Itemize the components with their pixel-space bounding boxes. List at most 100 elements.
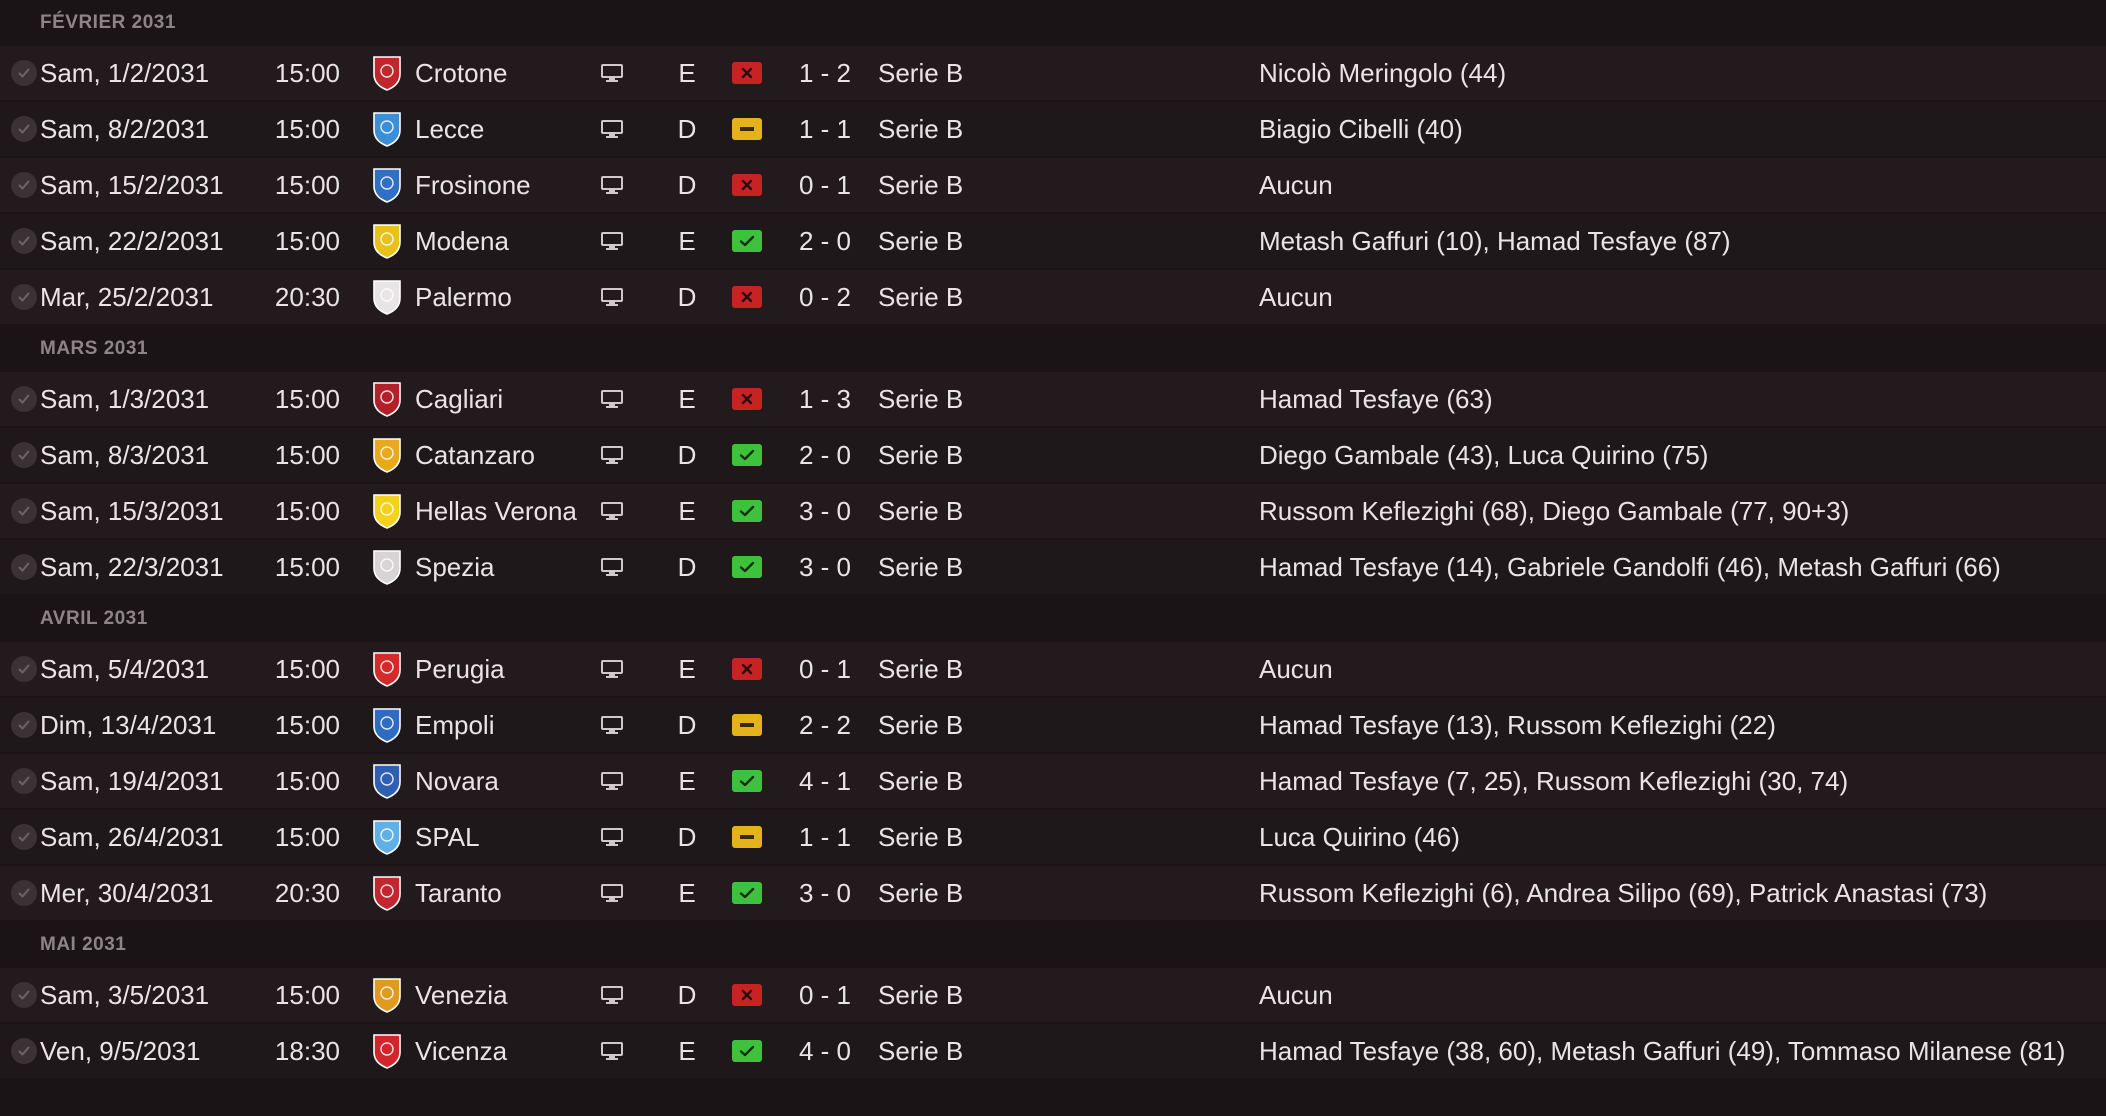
monitor-icon[interactable] [598,1024,626,1078]
fixture-row[interactable]: Sam, 26/4/2031 15:00 SPAL D 1 - 1 Serie … [0,810,2106,864]
opponent-name[interactable]: Catanzaro [415,428,595,482]
monitor-icon[interactable] [598,754,626,808]
fixture-row[interactable]: Sam, 1/3/2031 15:00 Cagliari E 1 - 3 Ser… [0,372,2106,426]
competition-name[interactable]: Serie B [878,968,1018,1022]
competition-name[interactable]: Serie B [878,754,1018,808]
fixture-row[interactable]: Ven, 9/5/2031 18:30 Vicenza E 4 - 0 Seri… [0,1024,2106,1078]
competition-name[interactable]: Serie B [878,1024,1018,1078]
fixture-row[interactable]: Sam, 22/3/2031 15:00 Spezia D 3 - 0 Seri… [0,540,2106,594]
fixture-row[interactable]: Sam, 8/2/2031 15:00 Lecce D 1 - 1 Serie … [0,102,2106,156]
competition-name[interactable]: Serie B [878,428,1018,482]
opponent-name[interactable]: Vicenza [415,1024,595,1078]
monitor-icon[interactable] [598,698,626,752]
fixture-row[interactable]: Sam, 8/3/2031 15:00 Catanzaro D 2 - 0 Se… [0,428,2106,482]
monitor-icon[interactable] [598,158,626,212]
club-badge-icon[interactable] [370,158,404,212]
club-badge-icon[interactable] [370,428,404,482]
fixture-row[interactable]: Mer, 30/4/2031 20:30 Taranto E 3 - 0 Ser… [0,866,2106,920]
monitor-icon[interactable] [598,484,626,538]
match-score[interactable]: 4 - 0 [790,1024,860,1078]
opponent-name[interactable]: Taranto [415,866,595,920]
match-score[interactable]: 1 - 3 [790,372,860,426]
match-score[interactable]: 0 - 1 [790,642,860,696]
monitor-icon[interactable] [598,810,626,864]
competition-name[interactable]: Serie B [878,540,1018,594]
club-badge-icon[interactable] [370,968,404,1022]
monitor-icon[interactable] [598,968,626,1022]
opponent-name[interactable]: Spezia [415,540,595,594]
club-badge-icon[interactable] [370,46,404,100]
opponent-name[interactable]: Hellas Verona [415,484,595,538]
monitor-icon[interactable] [598,540,626,594]
club-badge-icon[interactable] [370,270,404,324]
match-score[interactable]: 1 - 2 [790,46,860,100]
fixture-row[interactable]: Sam, 15/2/2031 15:00 Frosinone D 0 - 1 S… [0,158,2106,212]
fixture-row[interactable]: Sam, 5/4/2031 15:00 Perugia E 0 - 1 Seri… [0,642,2106,696]
opponent-name[interactable]: Crotone [415,46,595,100]
opponent-name[interactable]: Venezia [415,968,595,1022]
match-score[interactable]: 0 - 1 [790,158,860,212]
fixture-row[interactable]: Sam, 22/2/2031 15:00 Modena E 2 - 0 Seri… [0,214,2106,268]
opponent-name[interactable]: Perugia [415,642,595,696]
match-score[interactable]: 3 - 0 [790,866,860,920]
competition-name[interactable]: Serie B [878,866,1018,920]
club-badge-icon[interactable] [370,754,404,808]
monitor-icon[interactable] [598,428,626,482]
fixture-row[interactable]: Sam, 19/4/2031 15:00 Novara E 4 - 1 Seri… [0,754,2106,808]
fixture-row[interactable]: Sam, 1/2/2031 15:00 Crotone E 1 - 2 Seri… [0,46,2106,100]
monitor-icon[interactable] [598,214,626,268]
competition-name[interactable]: Serie B [878,372,1018,426]
competition-name[interactable]: Serie B [878,270,1018,324]
opponent-name[interactable]: Frosinone [415,158,595,212]
match-score[interactable]: 0 - 2 [790,270,860,324]
competition-name[interactable]: Serie B [878,810,1018,864]
competition-name[interactable]: Serie B [878,214,1018,268]
match-score[interactable]: 1 - 1 [790,810,860,864]
club-badge-icon[interactable] [370,102,404,156]
monitor-icon[interactable] [598,270,626,324]
opponent-name[interactable]: Modena [415,214,595,268]
fixture-row[interactable]: Sam, 15/3/2031 15:00 Hellas Verona E 3 -… [0,484,2106,538]
fixture-row[interactable]: Dim, 13/4/2031 15:00 Empoli D 2 - 2 Seri… [0,698,2106,752]
competition-name[interactable]: Serie B [878,484,1018,538]
club-badge-icon[interactable] [370,866,404,920]
match-score[interactable]: 2 - 0 [790,428,860,482]
match-time: 20:30 [274,878,340,908]
fixture-row[interactable]: Mar, 25/2/2031 20:30 Palermo D 0 - 2 Ser… [0,270,2106,324]
competition-name[interactable]: Serie B [878,158,1018,212]
opponent-name[interactable]: Lecce [415,102,595,156]
opponent-name[interactable]: Novara [415,754,595,808]
competition-name[interactable]: Serie B [878,642,1018,696]
match-score[interactable]: 2 - 0 [790,214,860,268]
club-badge-icon[interactable] [370,540,404,594]
club-badge-icon[interactable] [370,642,404,696]
monitor-icon[interactable] [598,102,626,156]
competition-name[interactable]: Serie B [878,46,1018,100]
match-score[interactable]: 3 - 0 [790,484,860,538]
club-badge-icon[interactable] [370,810,404,864]
match-score[interactable]: 1 - 1 [790,102,860,156]
monitor-icon[interactable] [598,372,626,426]
club-badge-icon[interactable] [370,214,404,268]
monitor-icon[interactable] [598,46,626,100]
match-date: Dim, 13/4/2031 [40,710,217,740]
monitor-icon[interactable] [598,642,626,696]
match-score[interactable]: 2 - 2 [790,698,860,752]
club-badge-icon[interactable] [370,484,404,538]
opponent-name[interactable]: Palermo [415,270,595,324]
match-score[interactable]: 4 - 1 [790,754,860,808]
match-time: 15:00 [274,980,340,1010]
competition-name[interactable]: Serie B [878,102,1018,156]
match-score[interactable]: 3 - 0 [790,540,860,594]
club-badge-icon[interactable] [370,698,404,752]
match-score[interactable]: 0 - 1 [790,968,860,1022]
opponent-name[interactable]: SPAL [415,810,595,864]
fixture-row[interactable]: Sam, 3/5/2031 15:00 Venezia D 0 - 1 Seri… [0,968,2106,1022]
competition-name[interactable]: Serie B [878,698,1018,752]
monitor-icon[interactable] [598,866,626,920]
opponent-name[interactable]: Empoli [415,698,595,752]
opponent-name[interactable]: Cagliari [415,372,595,426]
club-badge-icon[interactable] [370,372,404,426]
goal-scorers: Russom Keflezighi (68), Diego Gambale (7… [1259,496,1850,526]
club-badge-icon[interactable] [370,1024,404,1078]
